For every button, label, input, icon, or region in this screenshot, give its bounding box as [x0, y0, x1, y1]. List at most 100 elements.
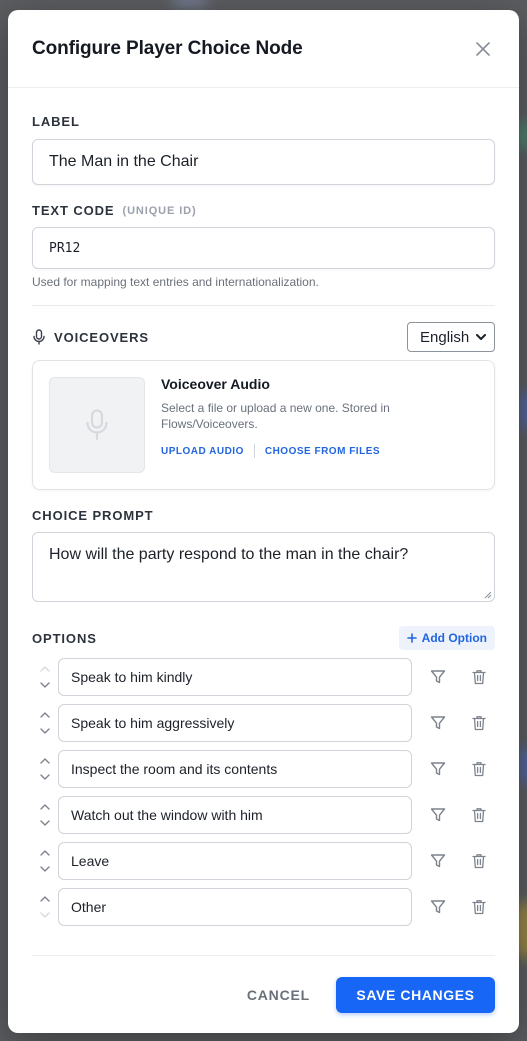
arrow-down-icon: [40, 774, 50, 780]
cancel-button[interactable]: CANCEL: [247, 987, 310, 1003]
option-text: Leave: [71, 853, 110, 869]
microphone-icon: [33, 329, 45, 345]
options-list: Speak to him kindly Speak to him aggress…: [32, 658, 495, 926]
option-input[interactable]: Other: [58, 888, 412, 926]
dialog-footer: CANCEL SAVE CHANGES: [32, 955, 495, 1033]
move-up-button[interactable]: [38, 892, 52, 906]
reorder-controls: [32, 754, 58, 784]
move-down-button[interactable]: [38, 724, 52, 738]
option-condition-button[interactable]: [422, 753, 454, 785]
text-code-input[interactable]: PR12: [32, 227, 495, 269]
option-text: Speak to him kindly: [71, 669, 193, 685]
filter-icon: [430, 670, 446, 684]
filter-icon: [430, 716, 446, 730]
option-delete-button[interactable]: [463, 753, 495, 785]
chevron-down-icon: [476, 333, 486, 340]
move-down-button[interactable]: [38, 816, 52, 830]
choose-from-files-link[interactable]: CHOOSE FROM FILES: [265, 446, 380, 457]
option-condition-button[interactable]: [422, 661, 454, 693]
arrow-up-icon: [40, 850, 50, 856]
option-row: Watch out the window with him: [32, 796, 495, 834]
move-down-button[interactable]: [38, 678, 52, 692]
label-input[interactable]: The Man in the Chair: [32, 139, 495, 185]
option-text: Speak to him aggressively: [71, 715, 235, 731]
trash-icon: [472, 762, 486, 777]
voiceover-thumbnail[interactable]: [49, 377, 145, 473]
trash-icon: [472, 900, 486, 915]
reorder-controls: [32, 662, 58, 692]
reorder-controls: [32, 708, 58, 738]
arrow-down-icon: [40, 682, 50, 688]
dialog-title: Configure Player Choice Node: [32, 37, 303, 59]
reorder-controls: [32, 892, 58, 922]
option-row: Leave: [32, 842, 495, 880]
option-text: Watch out the window with him: [71, 807, 263, 823]
text-code-helper: Used for mapping text entries and intern…: [32, 275, 319, 289]
voiceovers-header: VOICEOVERS English: [32, 322, 495, 352]
move-up-button[interactable]: [38, 708, 52, 722]
add-option-button[interactable]: Add Option: [398, 626, 495, 650]
move-up-button[interactable]: [38, 662, 52, 676]
upload-audio-link[interactable]: UPLOAD AUDIO: [161, 446, 244, 457]
save-changes-button[interactable]: SAVE CHANGES: [336, 976, 495, 1013]
filter-icon: [430, 854, 446, 868]
configure-node-dialog: Configure Player Choice Node LABEL The M…: [8, 10, 519, 1033]
options-label: OPTIONS: [32, 630, 97, 646]
close-icon: [476, 41, 490, 56]
language-select[interactable]: English: [407, 322, 495, 352]
option-text: Inspect the room and its contents: [71, 761, 278, 777]
move-up-button[interactable]: [38, 846, 52, 860]
text-code-label-text: TEXT CODE: [32, 203, 115, 218]
close-button[interactable]: [471, 37, 495, 61]
move-up-button[interactable]: [38, 754, 52, 768]
move-down-button[interactable]: [38, 770, 52, 784]
arrow-down-icon: [40, 820, 50, 826]
link-separator: [253, 444, 255, 458]
option-row: Other: [32, 888, 495, 926]
option-delete-button[interactable]: [463, 891, 495, 923]
microphone-icon: [86, 409, 108, 441]
options-header: OPTIONS Add Option: [32, 626, 495, 650]
move-down-button[interactable]: [38, 862, 52, 876]
filter-icon: [430, 808, 446, 822]
arrow-up-icon: [40, 804, 50, 810]
arrow-up-icon: [40, 758, 50, 764]
voiceover-description: Select a file or upload a new one. Store…: [161, 401, 390, 431]
option-delete-button[interactable]: [463, 707, 495, 739]
option-condition-button[interactable]: [422, 891, 454, 923]
option-input[interactable]: Watch out the window with him: [58, 796, 412, 834]
filter-icon: [430, 762, 446, 776]
option-input[interactable]: Speak to him aggressively: [58, 704, 412, 742]
choice-prompt-textarea[interactable]: How will the party respond to the man in…: [32, 532, 495, 602]
move-up-button[interactable]: [38, 800, 52, 814]
option-input[interactable]: Leave: [58, 842, 412, 880]
choice-prompt-label: CHOICE PROMPT: [32, 508, 154, 523]
voiceover-info: Voiceover Audio Select a file or upload …: [161, 376, 401, 458]
option-input[interactable]: Inspect the room and its contents: [58, 750, 412, 788]
trash-icon: [472, 808, 486, 823]
voiceover-card: Voiceover Audio Select a file or upload …: [32, 360, 495, 490]
label-field-label: LABEL: [32, 114, 80, 129]
arrow-up-icon: [40, 712, 50, 718]
dialog-header: Configure Player Choice Node: [8, 10, 519, 88]
voiceovers-label: VOICEOVERS: [32, 329, 149, 345]
option-delete-button[interactable]: [463, 799, 495, 831]
option-condition-button[interactable]: [422, 799, 454, 831]
language-select-value: English: [420, 328, 470, 346]
option-delete-button[interactable]: [463, 661, 495, 693]
trash-icon: [472, 854, 486, 869]
option-condition-button[interactable]: [422, 845, 454, 877]
option-row: Speak to him kindly: [32, 658, 495, 696]
filter-icon: [430, 900, 446, 914]
move-down-button[interactable]: [38, 908, 52, 922]
voiceover-title: Voiceover Audio: [161, 376, 270, 392]
arrow-up-icon: [40, 666, 50, 672]
option-condition-button[interactable]: [422, 707, 454, 739]
arrow-down-icon: [40, 912, 50, 918]
plus-icon: [406, 633, 417, 643]
arrow-down-icon: [40, 728, 50, 734]
option-input[interactable]: Speak to him kindly: [58, 658, 412, 696]
option-delete-button[interactable]: [463, 845, 495, 877]
text-code-label: TEXT CODE (UNIQUE ID): [32, 203, 495, 218]
resize-handle-icon[interactable]: [483, 590, 492, 599]
